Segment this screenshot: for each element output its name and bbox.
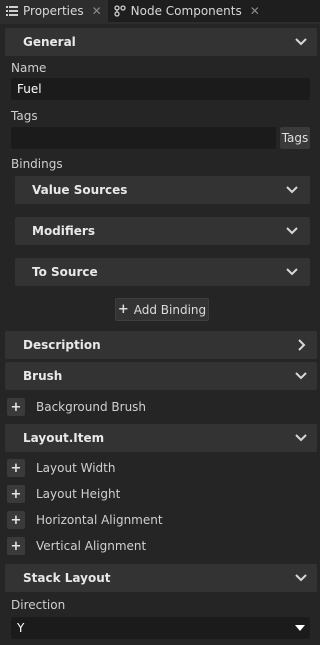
add-property-button[interactable]: + — [7, 398, 25, 416]
tab-label: Node Components — [130, 4, 242, 18]
node-components-icon — [114, 5, 126, 17]
tab-underline — [0, 22, 320, 24]
chevron-down-icon — [295, 372, 307, 380]
property-vertical-alignment: + Vertical Alignment — [5, 535, 317, 557]
close-icon[interactable]: ✕ — [250, 4, 260, 18]
tab-node-components[interactable]: Node Components ✕ — [108, 0, 266, 22]
direction-value: Y — [17, 621, 25, 635]
add-property-button[interactable]: + — [7, 485, 25, 503]
binding-label: Value Sources — [32, 183, 128, 197]
chevron-down-icon — [295, 574, 307, 582]
name-field[interactable]: Fuel — [11, 78, 310, 100]
tab-bar: Properties ✕ Node Components ✕ — [0, 0, 320, 22]
chevron-right-icon — [298, 339, 306, 351]
section-brush-header[interactable]: Brush — [5, 362, 317, 390]
direction-select[interactable]: Y — [11, 617, 310, 639]
section-layout-item-header[interactable]: Layout.Item — [5, 424, 317, 452]
section-general-header[interactable]: General — [5, 28, 317, 56]
add-property-button[interactable]: + — [7, 537, 25, 555]
chevron-down-icon — [286, 186, 298, 194]
section-title: Stack Layout — [23, 571, 111, 585]
property-label: Layout Width — [36, 461, 116, 475]
direction-label: Direction — [11, 598, 66, 612]
tags-button[interactable]: Tags — [280, 127, 310, 149]
property-label: Background Brush — [36, 400, 147, 414]
property-label: Horizontal Alignment — [36, 513, 163, 527]
add-property-button[interactable]: + — [7, 459, 25, 477]
chevron-down-icon — [286, 268, 298, 276]
property-label: Layout Height — [36, 487, 121, 501]
close-icon[interactable]: ✕ — [92, 4, 102, 18]
add-binding-label: Add Binding — [133, 302, 207, 317]
section-title: Description — [23, 338, 101, 352]
section-description-header[interactable]: Description — [5, 331, 317, 359]
section-stack-layout-header[interactable]: Stack Layout — [5, 564, 317, 592]
binding-value-sources[interactable]: Value Sources — [15, 176, 310, 204]
section-title: Brush — [23, 369, 63, 383]
binding-label: Modifiers — [32, 224, 95, 238]
chevron-down-icon — [295, 38, 307, 46]
chevron-down-icon — [295, 434, 307, 442]
chevron-down-icon — [286, 227, 298, 235]
plus-icon: + — [117, 302, 129, 317]
property-layout-height: + Layout Height — [5, 483, 317, 505]
binding-modifiers[interactable]: Modifiers — [15, 217, 310, 245]
binding-label: To Source — [32, 265, 98, 279]
name-label: Name — [11, 61, 47, 75]
bindings-label: Bindings — [11, 157, 63, 171]
tags-label: Tags — [11, 109, 38, 123]
add-binding-button[interactable]: + Add Binding — [115, 298, 209, 321]
binding-to-source[interactable]: To Source — [15, 258, 310, 286]
property-background-brush: + Background Brush — [5, 396, 317, 418]
section-title: General — [23, 35, 76, 49]
list-icon — [6, 5, 18, 17]
tags-field[interactable] — [11, 127, 276, 149]
add-property-button[interactable]: + — [7, 511, 25, 529]
property-horizontal-alignment: + Horizontal Alignment — [5, 509, 317, 531]
property-layout-width: + Layout Width — [5, 457, 317, 479]
section-title: Layout.Item — [23, 431, 105, 445]
property-label: Vertical Alignment — [36, 539, 147, 553]
tab-label: Properties — [23, 4, 84, 18]
tab-properties[interactable]: Properties ✕ — [0, 0, 108, 22]
dropdown-caret-icon — [295, 625, 305, 631]
